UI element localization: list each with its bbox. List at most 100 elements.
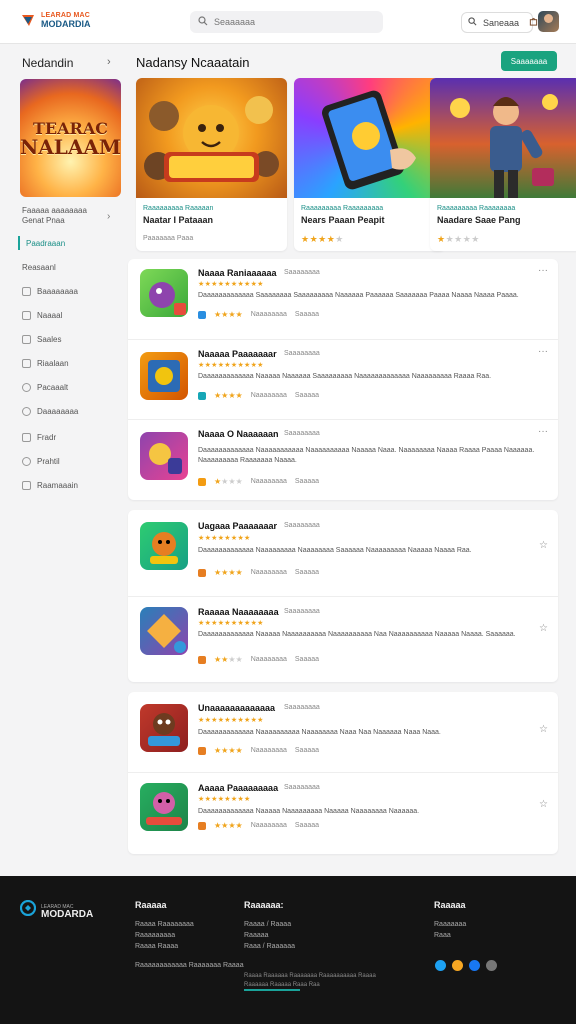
search-input[interactable] (214, 17, 364, 27)
star-icon[interactable]: ☆ (539, 540, 548, 551)
platform-badge-icon (198, 477, 206, 486)
footer-link[interactable]: Raaaaaaa (434, 919, 466, 930)
list-item[interactable]: Naaaa Raniaaaaaa Saaaaaaaa ★★★★★★★★★★ Da… (128, 259, 558, 339)
sidebar-item-7[interactable]: Daaaaaaaa (22, 404, 78, 418)
list-item[interactable]: Naaaaa Paaaaaaar Saaaaaaaa ★★★★★★★★★★ Da… (128, 339, 558, 419)
featured-card[interactable]: Raaaaaaaaa Raaaaaaaaa Nears Paaan Peapit… (294, 78, 445, 251)
rating-stars: ★★★★★★★★★★ (198, 717, 264, 724)
sidebar-item-3[interactable]: Naaaal (22, 308, 62, 322)
app-list-group: Unaaaaaaaaaaaaa Saaaaaaaa ★★★★★★★★★★ Daa… (128, 692, 558, 854)
sidebar-item-5[interactable]: Riaalaan (22, 356, 69, 370)
app-description: Daaaaaaaaaaaaa Naaaaa Naaaaaaaaaa Naaaaa… (198, 631, 516, 638)
meta-label: Saaaaa (294, 478, 320, 485)
sidebar-subtitle[interactable]: Faaaaa aaaaaaaa Genat Pnaa (22, 206, 87, 226)
app-meta: ★★★★ Naaaaaaaa Saaaaa (198, 310, 319, 319)
app-description: Daaaaaaaaaaaaa Saaaaaaaa Saaaaaaaaa Naaa… (198, 292, 519, 299)
sidebar-item-4[interactable]: Saales (22, 332, 61, 346)
chevron-right-icon[interactable]: › (107, 211, 110, 222)
app-meta: ★★★★ Naaaaaaaa Saaaaa (198, 821, 319, 830)
rating-stars: ★★★★★★★★ (198, 796, 251, 803)
platform-badge-icon (198, 568, 206, 577)
list-item[interactable]: Naaaa O Naaaaaan Saaaaaaaa Daaaaaaaaaaaa… (128, 419, 558, 499)
featured-title: Nears Paaan Peapit (301, 215, 385, 225)
featured-title: Naatar I Pataaan (143, 215, 214, 225)
app-title: Unaaaaaaaaaaaaa (198, 703, 276, 713)
sidebar-item-1[interactable]: Reasaanl (22, 260, 56, 274)
instagram-icon[interactable] (452, 960, 463, 971)
meta-label: Naaaaaaaa (250, 822, 287, 829)
sidebar-item-label: Prahtil (37, 456, 60, 466)
primary-action-button[interactable]: Saaaaaaa (501, 51, 557, 71)
list-item[interactable]: Raaaaa Naaaaaaaa Saaaaaaaa ★★★★★★★★★★ Da… (128, 596, 558, 676)
search-icon (198, 13, 208, 31)
star-icon[interactable]: ☆ (539, 799, 548, 810)
sidebar-item-label: Raamaaain (37, 480, 78, 490)
sidebar-item-label: Paadraaan (26, 238, 66, 248)
footer-link[interactable]: Raaaa Raaaa (135, 941, 194, 952)
meta-label: Saaaaa (294, 569, 320, 576)
app-subtitle: Saaaaaaaa (284, 430, 320, 437)
more-options-icon[interactable]: ··· (538, 346, 548, 357)
star-icon[interactable]: ☆ (539, 623, 548, 634)
app-description: Daaaaaaaaaaaaa Naaaaa Naaaaaaaaa Naaaaa … (198, 808, 420, 815)
tag-icon (22, 310, 31, 320)
sidebar-item-2[interactable]: Baaaaaaaa (22, 284, 78, 298)
page-title: Nadansy Ncaaatain (136, 55, 250, 70)
more-options-icon[interactable]: ··· (538, 426, 548, 437)
footer-link[interactable]: Raaaa / Raaaa (244, 919, 295, 930)
more-options-icon[interactable]: ··· (538, 265, 548, 276)
sidebar-item-6[interactable]: Pacaaalt (22, 380, 68, 394)
search-icon (468, 17, 477, 28)
sidebar-item-0[interactable]: Paadraaan (18, 236, 65, 250)
app-subtitle: Saaaaaaaa (284, 784, 320, 791)
twitter-icon[interactable] (435, 960, 446, 971)
rating-stars: ★★★★★★★★ (198, 535, 251, 542)
list-item[interactable]: Uagaaa Paaaaaaar Saaaaaaaa ★★★★★★★★ Daaa… (128, 510, 558, 590)
app-icon (140, 607, 188, 655)
sidebar-item-label: Reasaanl (22, 262, 56, 272)
featured-card[interactable]: Raaaaaaaaa Raaaaan Naatar I Pataaan Paaa… (136, 78, 287, 251)
app-title: Naaaaa Paaaaaaar (198, 349, 277, 359)
sidebar-subtitle-line1: Faaaaa aaaaaaaa (22, 206, 87, 215)
rating-stars: ★★★★★ (437, 234, 480, 244)
sidebar-item-10[interactable]: Raamaaain (22, 478, 78, 492)
footer-link[interactable]: Raaaa Raaaaaaaa (135, 919, 194, 930)
sidebar-item-9[interactable]: Prahtil (22, 454, 60, 468)
sidebar-item-label: Pacaaalt (37, 382, 69, 392)
banner-text-bottom: NALAAM (20, 135, 121, 159)
header-search-button[interactable]: Saneaaa (461, 12, 538, 33)
footer-link[interactable]: Raaa (434, 930, 466, 941)
footer-wide-link[interactable]: Raaaaaaaaaaaa Raaaaaaa Raaaa (135, 962, 244, 969)
footer-link[interactable]: Raaa / Raaaaaa (244, 941, 295, 952)
footer-column-1: Raaaaa Raaaa Raaaaaaaa Raaaaaaaaa Raaaa … (135, 900, 194, 952)
footer-heading: Raaaaaa: (244, 900, 284, 910)
chevron-right-icon[interactable]: › (107, 56, 111, 68)
app-title: Naaaa Raniaaaaaa (198, 268, 277, 278)
footer-link[interactable]: Raaaaaaaaa (135, 930, 194, 941)
facebook-icon[interactable] (469, 960, 480, 971)
meta-label: Saaaaa (294, 311, 320, 318)
footer-link[interactable]: Raaaaa (244, 930, 295, 941)
bag-icon (529, 17, 538, 28)
rating-stars: ★★★★ (214, 477, 243, 486)
rating-stars: ★★★★★ (301, 234, 344, 244)
logo-icon (19, 899, 37, 921)
youtube-icon[interactable] (486, 960, 497, 971)
app-meta: ★★★★ Naaaaaaaa Saaaaa (198, 655, 319, 664)
app-icon (140, 352, 188, 400)
star-icon[interactable]: ☆ (539, 724, 548, 735)
list-item[interactable]: Aaaaa Paaaaaaaaa Saaaaaaaa ★★★★★★★★ Daaa… (128, 772, 558, 852)
sidebar-item-8[interactable]: Fradr (22, 430, 56, 444)
meta-label: Naaaaaaaa (250, 656, 287, 663)
list-item[interactable]: Unaaaaaaaaaaaaa Saaaaaaaa ★★★★★★★★★★ Daa… (128, 692, 558, 772)
avatar[interactable] (538, 11, 559, 32)
app-meta: ★★★★ Naaaaaaaa Saaaaa (198, 746, 319, 755)
rating-stars: ★★★★ (214, 310, 243, 319)
search-bar[interactable] (190, 11, 383, 33)
footer-heading: Raaaaa (434, 900, 466, 910)
logo[interactable]: LEARAD MAC MODARDIA (20, 12, 91, 29)
footer-logo[interactable]: LEARAD MAC MODARDA (19, 899, 93, 921)
sidebar-banner[interactable]: TEARAC NALAAM (20, 79, 121, 197)
featured-card[interactable]: Raaaaaaaaa Raaaaaaaa Naadare Saae Pang ★… (430, 78, 576, 251)
meta-label: Saaaaa (294, 747, 320, 754)
